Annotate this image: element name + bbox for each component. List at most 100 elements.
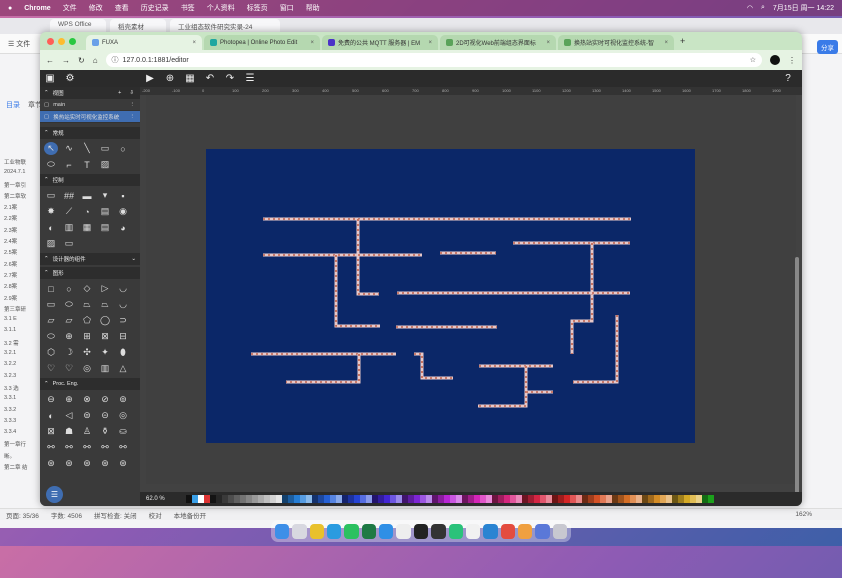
general-section-header[interactable]: ⌃ 常规: [40, 127, 140, 139]
proc-shape-icon[interactable]: ⚯: [62, 441, 76, 454]
shape-icon[interactable]: ▱: [44, 314, 58, 327]
notes-icon[interactable]: [465, 523, 481, 539]
pipe-segment[interactable]: [570, 243, 594, 354]
semaphore-icon[interactable]: ◉: [116, 205, 130, 218]
color-palette[interactable]: [186, 495, 714, 503]
outline-item[interactable]: 3.3.2: [0, 407, 40, 418]
trash-icon[interactable]: [552, 523, 568, 539]
proc-shape-icon[interactable]: ⊕: [62, 393, 76, 406]
views-section-header[interactable]: ⌃ 视图 + ⇩: [40, 87, 140, 99]
proc-shape-icon[interactable]: ◁: [62, 409, 76, 422]
proc-shape-icon[interactable]: ☗: [62, 425, 76, 438]
reload-icon[interactable]: ↻: [78, 56, 85, 65]
more-icon[interactable]: ⋮: [130, 114, 136, 120]
back-icon[interactable]: ←: [46, 56, 54, 65]
outline-item[interactable]: 2.7案: [0, 271, 40, 282]
shape-icon[interactable]: ☽: [62, 346, 76, 359]
proc-shape-icon[interactable]: ◐: [44, 409, 58, 422]
shape-icon[interactable]: ⬮: [116, 346, 130, 359]
maximize-icon[interactable]: [69, 38, 76, 45]
proc-shape-icon[interactable]: ♙: [80, 425, 94, 438]
outline-item[interactable]: 第一章引: [0, 181, 40, 192]
play-icon[interactable]: ▶: [140, 73, 160, 84]
browser-tab[interactable]: Photopea | Online Photo Edit ×: [204, 35, 320, 50]
share-button[interactable]: 分享: [817, 40, 838, 54]
browser-tab[interactable]: 2D可视化Web前端组态界面标 ×: [440, 35, 556, 50]
shape-icon[interactable]: ◇: [80, 282, 94, 295]
polyline-tool-icon[interactable]: ⌐: [62, 158, 76, 171]
search-icon[interactable]: ⌕: [761, 4, 765, 12]
launchpad-icon[interactable]: [292, 523, 307, 539]
outline-item[interactable]: 3.3 选: [0, 384, 40, 395]
rect-tool-icon[interactable]: ▭: [98, 142, 112, 155]
path-tool-icon[interactable]: ∿: [62, 142, 76, 155]
wifi-icon[interactable]: ◠: [747, 4, 753, 12]
tab-close-icon[interactable]: ×: [310, 40, 314, 46]
help-icon[interactable]: ?: [778, 73, 798, 84]
shape-icon[interactable]: ⊕: [62, 330, 76, 343]
shape-icon[interactable]: ◎: [80, 362, 94, 375]
url-field[interactable]: ⓘ 127.0.0.1:1881/editor ☆: [105, 53, 762, 67]
photos-icon[interactable]: [517, 523, 533, 539]
canvas-area[interactable]: [146, 95, 796, 484]
proc-shape-icon[interactable]: ⚯: [98, 441, 112, 454]
shape-icon[interactable]: ✣: [80, 346, 94, 359]
custom-section-header[interactable]: ⌃ 设计器的组件 ⌄: [40, 253, 140, 265]
outline-item[interactable]: 3.1.1: [0, 327, 40, 338]
minimize-icon[interactable]: [58, 38, 65, 45]
view-canvas[interactable]: [206, 149, 695, 443]
pipe-segment[interactable]: [414, 352, 453, 380]
shape-icon[interactable]: □: [44, 282, 58, 295]
menu-app-name[interactable]: Chrome: [24, 5, 50, 12]
undo-icon[interactable]: ↶: [200, 73, 220, 84]
menu-window[interactable]: 窗口: [280, 3, 294, 13]
shape-icon[interactable]: ⊞: [80, 330, 94, 343]
shape-icon[interactable]: ⏢: [98, 298, 112, 311]
backup-status[interactable]: 本地备份开: [174, 510, 207, 520]
outline-item[interactable]: 2.5案: [0, 248, 40, 259]
shape-icon[interactable]: △: [116, 362, 130, 375]
browser-tab[interactable]: FUXA ×: [86, 35, 202, 50]
input-icon[interactable]: ##: [62, 189, 76, 202]
doc-zoom[interactable]: 162%: [795, 511, 812, 518]
shape-icon[interactable]: ◡: [116, 282, 130, 295]
proc-shape-icon[interactable]: ⚯: [116, 441, 130, 454]
proc-section-header[interactable]: ⌃ Proc. Eng.: [40, 378, 140, 390]
shape-icon[interactable]: ▥: [98, 362, 112, 375]
shape-icon[interactable]: ▭: [44, 298, 58, 311]
shape-icon[interactable]: ⬭: [62, 298, 76, 311]
more-icon[interactable]: ⋮: [130, 102, 136, 108]
tab-close-icon[interactable]: ×: [428, 40, 432, 46]
proc-shape-icon[interactable]: ⊛: [116, 457, 130, 470]
outline-item[interactable]: 3.2.1: [0, 350, 40, 361]
shape-icon[interactable]: ⊟: [116, 330, 130, 343]
vscode-icon[interactable]: [483, 523, 498, 539]
wps-icon[interactable]: [500, 523, 515, 539]
pipe-segment[interactable]: [478, 366, 528, 408]
close-icon[interactable]: [47, 38, 54, 45]
controls-section-header[interactable]: ⌃ 控制: [40, 174, 140, 186]
outline-item[interactable]: 2.3案: [0, 226, 40, 237]
tab-close-icon[interactable]: ×: [192, 40, 196, 46]
grid-icon[interactable]: ▦: [180, 73, 200, 84]
browser-tab[interactable]: 免费的公共 MQTT 服务器 | EM ×: [322, 35, 438, 50]
outline-item[interactable]: 3.3.1: [0, 395, 40, 406]
chrome-menu-icon[interactable]: ⋮: [788, 56, 796, 65]
wps-tab[interactable]: 工业组态软件研究实录-24: [170, 19, 280, 33]
toggle-icon[interactable]: ◐: [44, 221, 58, 234]
shape-icon[interactable]: ✦: [98, 346, 112, 359]
outline-item[interactable]: 第三章研: [0, 305, 40, 316]
outline-item[interactable]: 2024.7.1: [0, 169, 40, 180]
proc-shape-icon[interactable]: ⊛: [80, 457, 94, 470]
proc-shape-icon[interactable]: ⊗: [80, 393, 94, 406]
outline-item[interactable]: 2.8案: [0, 282, 40, 293]
shape-icon[interactable]: ○: [62, 282, 76, 295]
bar-chart-icon[interactable]: ▥: [62, 221, 76, 234]
excel-icon[interactable]: [361, 523, 377, 539]
chrome-icon[interactable]: [309, 523, 325, 539]
wps-tab[interactable]: 稻壳素材: [110, 19, 166, 33]
proc-shape-icon[interactable]: ⊚: [116, 393, 130, 406]
terminal-icon[interactable]: [413, 523, 429, 539]
shape-icon[interactable]: ⏢: [80, 298, 94, 311]
vertical-scrollbar[interactable]: [795, 87, 800, 506]
